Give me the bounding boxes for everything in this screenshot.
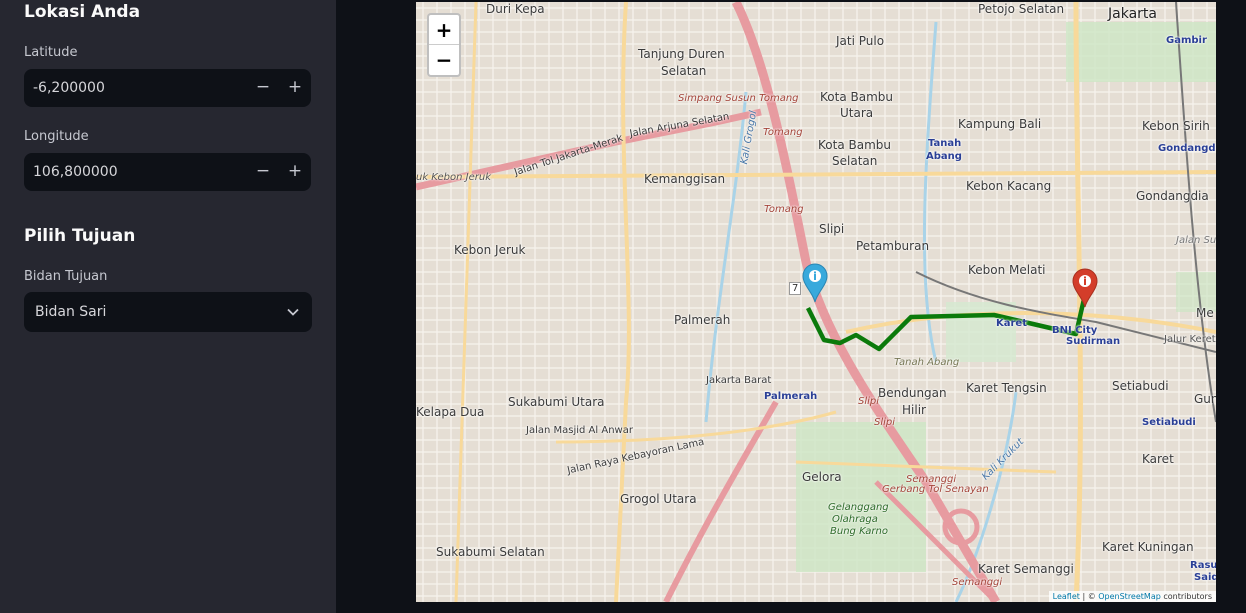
map-label: Tanjung Duren (638, 47, 725, 61)
map-label: Simpang Susun Tomang (678, 93, 799, 104)
sidebar: Lokasi Anda Latitude -6,200000 − + Longi… (0, 0, 336, 613)
map-label: Sudirman (1066, 336, 1121, 347)
map-label: Kemanggisan (644, 172, 726, 186)
destination-selected-value[interactable]: Bidan Sari (35, 292, 106, 332)
map-label: Slipi (819, 222, 845, 236)
map-label: Petojo Selatan (978, 2, 1065, 16)
map-label: Sukabumi Selatan (436, 545, 545, 559)
map-label: Kelapa Dua (416, 405, 485, 419)
map-label: Gondangdia (1136, 189, 1209, 203)
map-label: Kebon Sirih (1142, 119, 1210, 133)
map-label: Gelanggang (828, 502, 889, 513)
map-label: Utara (840, 106, 874, 120)
map-label: Jati Pulo (836, 34, 885, 48)
map-label: Tomang (764, 204, 804, 215)
map-label: Kebon Kacang (966, 179, 1052, 193)
attribution-separator: | © (1079, 592, 1099, 601)
latitude-input[interactable]: -6,200000 − + (24, 69, 311, 107)
map-label: Guntu (1194, 392, 1216, 406)
map-label: Kebon Melati (968, 263, 1046, 277)
map-label: Tomang (763, 127, 803, 138)
map-label: Setiabudi (1142, 417, 1196, 428)
map-label: Jalan Masjid Al Anwar (526, 425, 633, 436)
map-label: Kampung Bali (958, 117, 1042, 131)
attribution-suffix: contributors (1160, 592, 1212, 601)
longitude-increment-button[interactable]: + (279, 153, 311, 191)
map-label: Palmerah (764, 391, 818, 402)
map-label: Kota Bambu (818, 138, 891, 152)
map-label: Bung Karno (830, 526, 888, 537)
map-label: Gambir (1166, 35, 1207, 46)
map-label: uk Kebon Jeruk (416, 172, 491, 183)
map-label: Grogol Utara (620, 492, 697, 506)
map-label: Rasuna (1190, 560, 1216, 571)
destination-select[interactable]: Bidan Sari (24, 292, 312, 332)
longitude-label: Longitude (24, 129, 89, 144)
zoom-control: + − (427, 13, 461, 77)
map-label: Tanah (928, 138, 962, 149)
map-label: Karet (996, 318, 1027, 329)
destination-label: Bidan Tujuan (24, 269, 108, 284)
chevron-down-icon[interactable] (286, 305, 300, 319)
map-label: Jakarta Barat (706, 375, 772, 386)
map-label: Gelora (802, 470, 842, 484)
map-label: Said (1194, 572, 1216, 583)
latitude-decrement-button[interactable]: − (247, 69, 279, 107)
map-label: Kota Bambu (820, 90, 893, 104)
origin-marker-icon[interactable] (802, 263, 828, 303)
destination-marker-icon[interactable] (1072, 268, 1098, 308)
map-label: Tanah Abang (894, 357, 960, 368)
map-label: Me (1196, 306, 1214, 320)
destination-section-title: Pilih Tujuan (24, 226, 136, 246)
map-attribution: Leaflet | © OpenStreetMap contributors (1048, 591, 1216, 602)
map-label: Kebon Jeruk (454, 243, 526, 257)
map-label: Gerbang Tol Senayan (882, 484, 989, 495)
zoom-out-button[interactable]: − (429, 45, 459, 75)
map-label: Jalan Sud (1176, 235, 1216, 246)
map-label: Abang (926, 151, 962, 162)
map-label: Karet Kuningan (1102, 540, 1194, 554)
latitude-value[interactable]: -6,200000 (33, 69, 105, 107)
map-label: Gondangdia (1158, 143, 1216, 154)
map-label: Jakarta (1108, 6, 1157, 22)
latitude-label: Latitude (24, 45, 78, 60)
map-label: Olahraga (832, 514, 878, 525)
leaflet-link[interactable]: Leaflet (1053, 592, 1080, 601)
map-label: Bendungan (878, 386, 947, 400)
map-label: Duri Kepa (486, 2, 545, 16)
map-label: Semanggi (952, 577, 1003, 588)
map-label: Jalur Kereta A (1164, 334, 1216, 345)
longitude-value[interactable]: 106,800000 (33, 153, 118, 191)
map-label: Selatan (661, 64, 707, 78)
map-label: Hilir (902, 403, 926, 417)
map-label: Petamburan (856, 239, 930, 253)
map-label: BNI City (1052, 325, 1098, 336)
map-label: Karet (1142, 452, 1174, 466)
route-shield: 7 (789, 282, 802, 295)
location-section-title: Lokasi Anda (24, 2, 141, 22)
longitude-input[interactable]: 106,800000 − + (24, 153, 311, 191)
map-label: Slipi (874, 417, 896, 428)
map-label: Sukabumi Utara (508, 395, 605, 409)
latitude-increment-button[interactable]: + (279, 69, 311, 107)
map-label: Palmerah (674, 313, 731, 327)
longitude-decrement-button[interactable]: − (247, 153, 279, 191)
map[interactable]: Duri Kepa Petojo Selatan Jakarta Gambir … (416, 2, 1216, 602)
map-label: Selatan (832, 154, 878, 168)
osm-link[interactable]: OpenStreetMap (1098, 592, 1161, 601)
map-label: Slipi (858, 396, 880, 407)
zoom-in-button[interactable]: + (429, 15, 459, 45)
map-label: Setiabudi (1112, 379, 1169, 393)
map-label: Karet Tengsin (966, 381, 1047, 395)
map-label: Karet Semanggi (978, 562, 1074, 576)
